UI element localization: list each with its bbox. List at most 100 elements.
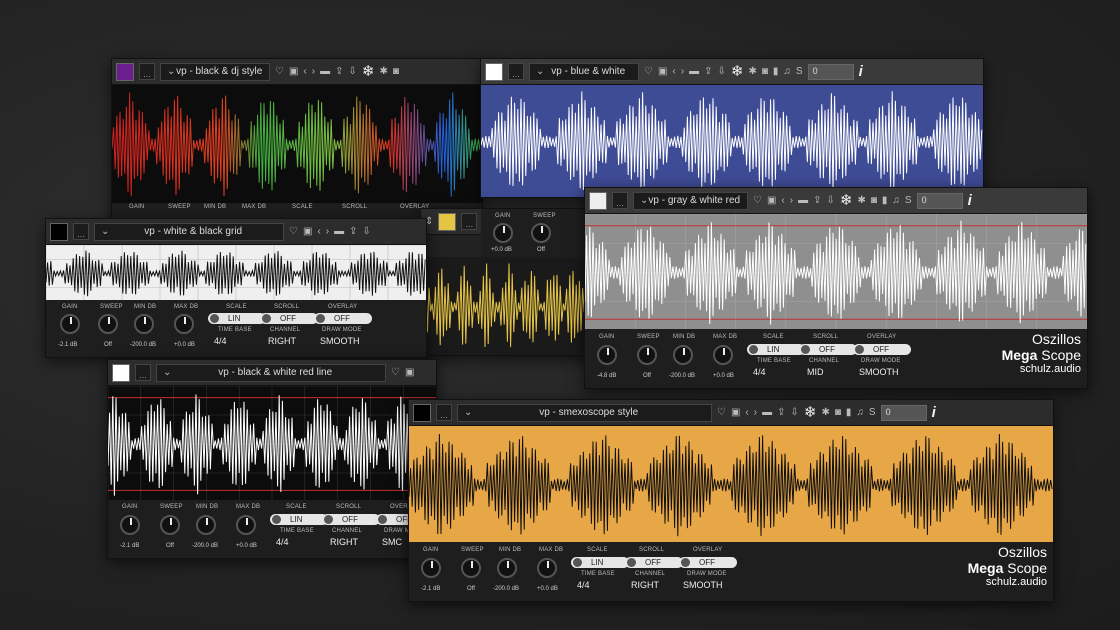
gain-knob[interactable] (597, 345, 617, 365)
scale-toggle[interactable]: LIN (208, 313, 266, 324)
camera-icon[interactable]: ◙ (393, 66, 399, 77)
min-knob[interactable] (497, 558, 517, 578)
menu-button[interactable]: ... (73, 223, 89, 240)
camera-icon[interactable]: ◙ (835, 407, 841, 418)
export-icon[interactable]: ⇪ (813, 195, 821, 206)
scale-toggle[interactable]: LIN (270, 514, 328, 525)
freeze-icon[interactable]: ❄ (804, 405, 817, 420)
gain-knob[interactable] (421, 558, 441, 578)
drawmode-select[interactable]: SMC (382, 537, 402, 547)
freeze-icon[interactable]: ❄ (731, 64, 744, 79)
menu-button[interactable]: ... (436, 404, 452, 421)
timebase-select[interactable]: 4/4 (214, 336, 227, 346)
overlay-toggle[interactable]: OFF (679, 557, 737, 568)
sweep-knob[interactable] (160, 515, 180, 535)
heart-icon[interactable]: ♡ (275, 66, 284, 77)
import-icon[interactable]: ⇩ (791, 407, 799, 418)
export-icon[interactable]: ⇪ (704, 66, 712, 77)
preset-selector[interactable]: ⌄ vp - smexoscope style (457, 403, 712, 422)
notes-icon[interactable]: ♫ (856, 407, 864, 418)
timebase-select[interactable]: 4/4 (276, 537, 289, 547)
save-icon[interactable]: ▣ (303, 226, 312, 237)
preset-selector[interactable]: ⌄ vp - black & white red line (156, 363, 386, 382)
min-knob[interactable] (196, 515, 216, 535)
s-button[interactable]: S (905, 195, 912, 206)
export-icon[interactable]: ⇪ (349, 226, 357, 237)
gain-knob[interactable] (60, 314, 80, 334)
heart-icon[interactable]: ♡ (644, 66, 653, 77)
info-icon[interactable]: i (968, 193, 972, 208)
freeze-icon[interactable]: ❄ (840, 193, 853, 208)
offset-field[interactable]: 0 (880, 404, 927, 421)
color-swatch[interactable] (413, 403, 431, 422)
bar-icon[interactable]: ▮ (882, 195, 888, 206)
sweep-knob[interactable] (461, 558, 481, 578)
freeze-icon[interactable]: ❄ (362, 64, 375, 79)
max-knob[interactable] (537, 558, 557, 578)
prev-icon[interactable]: ‹ (303, 66, 306, 77)
menu-button[interactable]: ... (461, 213, 478, 230)
auto-icon[interactable]: ✱ (748, 66, 756, 77)
info-icon[interactable]: i (932, 405, 936, 420)
scroll-toggle[interactable]: OFF (625, 557, 683, 568)
folder-icon[interactable]: ▬ (320, 66, 330, 77)
menu-button[interactable]: ... (139, 63, 155, 80)
color-swatch[interactable] (112, 363, 130, 382)
sweep-knob[interactable] (531, 223, 551, 243)
save-icon[interactable]: ▣ (405, 367, 414, 378)
preset-selector[interactable]: ⌄vp - gray & white red line (633, 191, 748, 210)
export-icon[interactable]: ⇪ (335, 66, 343, 77)
heart-icon[interactable]: ♡ (717, 407, 726, 418)
gain-knob[interactable] (493, 223, 513, 243)
export-icon[interactable]: ⇪ (777, 407, 785, 418)
color-swatch[interactable] (438, 212, 457, 231)
timebase-select[interactable]: 4/4 (577, 580, 590, 590)
sweep-knob[interactable] (98, 314, 118, 334)
import-icon[interactable]: ⇩ (718, 66, 726, 77)
min-knob[interactable] (134, 314, 154, 334)
scroll-toggle[interactable]: OFF (260, 313, 318, 324)
menu-button[interactable]: ... (135, 364, 151, 381)
import-icon[interactable]: ⇩ (827, 195, 835, 206)
next-icon[interactable]: › (326, 226, 329, 237)
save-icon[interactable]: ▣ (658, 66, 667, 77)
max-knob[interactable] (236, 515, 256, 535)
bar-icon[interactable]: ▮ (773, 66, 779, 77)
folder-icon[interactable]: ▬ (334, 226, 344, 237)
next-icon[interactable]: › (754, 407, 757, 418)
offset-field[interactable]: 0 (807, 63, 854, 80)
channel-select[interactable]: MID (807, 367, 824, 377)
camera-icon[interactable]: ◙ (762, 66, 768, 77)
s-button[interactable]: S (869, 407, 876, 418)
max-knob[interactable] (174, 314, 194, 334)
preset-selector[interactable]: ⌄ vp - black & dj style (160, 62, 270, 81)
preset-selector[interactable]: ⌄ vp - blue & white (529, 62, 639, 81)
overlay-toggle[interactable]: OFF (314, 313, 372, 324)
auto-icon[interactable]: ✱ (857, 195, 865, 206)
notes-icon[interactable]: ♫ (783, 66, 791, 77)
import-icon[interactable]: ⇩ (349, 66, 357, 77)
folder-icon[interactable]: ▬ (689, 66, 699, 77)
menu-button[interactable]: ... (612, 192, 628, 209)
next-icon[interactable]: › (681, 66, 684, 77)
import-icon[interactable]: ⇩ (363, 226, 371, 237)
heart-icon[interactable]: ♡ (289, 226, 298, 237)
camera-icon[interactable]: ◙ (871, 195, 877, 206)
next-icon[interactable]: › (790, 195, 793, 206)
color-swatch[interactable] (50, 222, 68, 241)
s-button[interactable]: S (796, 66, 803, 77)
prev-icon[interactable]: ‹ (781, 195, 784, 206)
auto-icon[interactable]: ✱ (379, 66, 387, 77)
prev-icon[interactable]: ‹ (745, 407, 748, 418)
overlay-toggle[interactable]: OFF (853, 344, 911, 355)
drawmode-select[interactable]: SMOOTH (683, 580, 723, 590)
scale-toggle[interactable]: LIN (571, 557, 629, 568)
prev-icon[interactable]: ‹ (317, 226, 320, 237)
gain-knob[interactable] (120, 515, 140, 535)
drawmode-select[interactable]: SMOOTH (320, 336, 360, 346)
folder-icon[interactable]: ▬ (798, 195, 808, 206)
color-swatch[interactable] (589, 191, 607, 210)
color-swatch[interactable] (485, 62, 503, 81)
offset-field[interactable]: 0 (916, 192, 963, 209)
heart-icon[interactable]: ♡ (391, 367, 400, 378)
